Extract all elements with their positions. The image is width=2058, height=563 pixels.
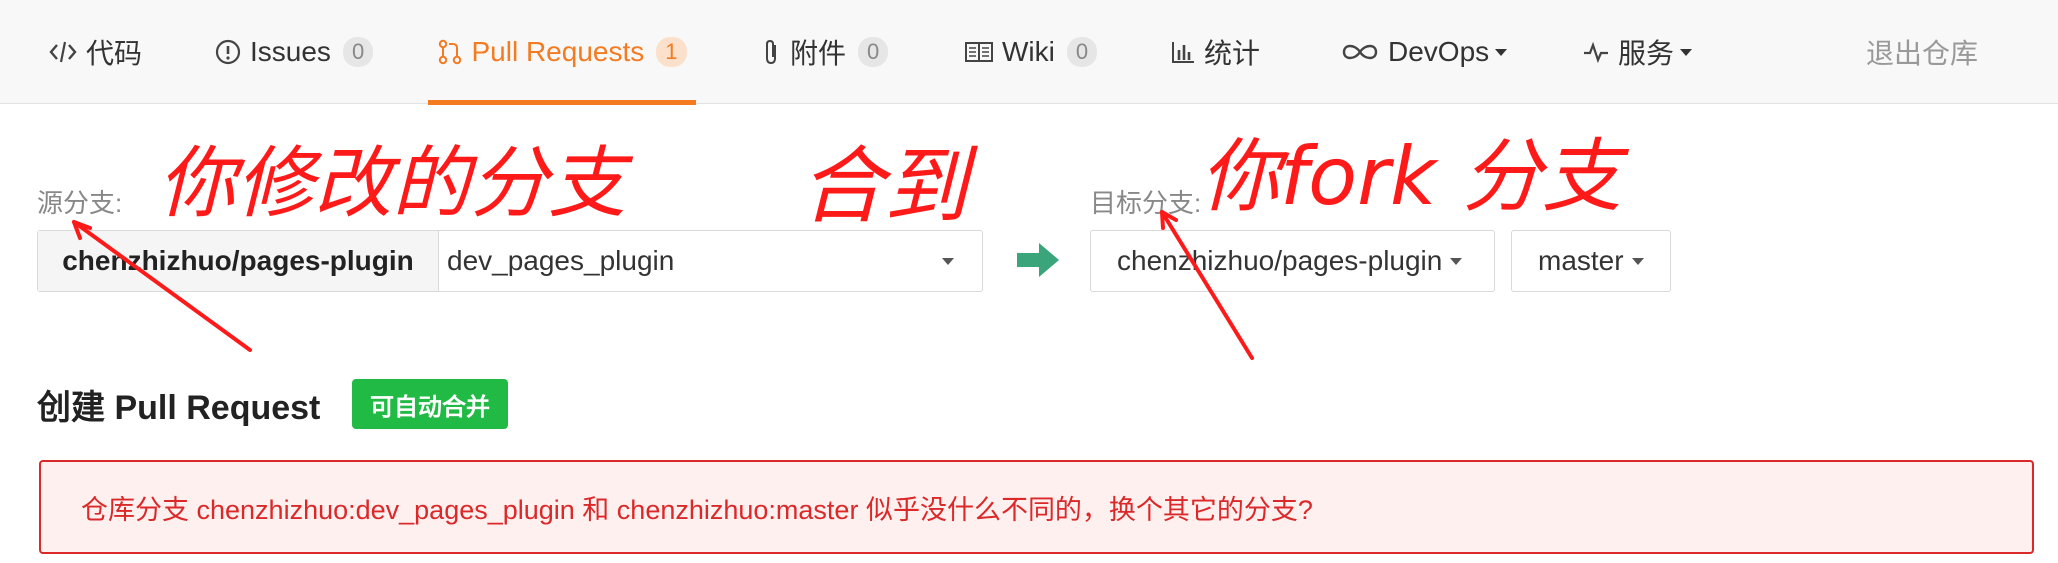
target-branch-label: 目标分支:	[1090, 188, 1202, 218]
source-repo-name: chenzhizhuo/pages-plugin	[38, 231, 439, 291]
tab-devops[interactable]: DevOps	[1340, 0, 1508, 104]
source-branch-chevron-down-icon	[942, 258, 954, 265]
code-icon	[48, 38, 78, 66]
tab-services-label: 服务	[1618, 38, 1675, 69]
source-branch-group: chenzhizhuo/pages-plugin dev_pages_plugi…	[37, 230, 983, 292]
tab-attachments-label: 附件	[790, 38, 847, 69]
tab-statistics-label: 统计	[1204, 38, 1261, 69]
merge-direction-arrow-icon	[1015, 240, 1061, 285]
tab-devops-label: DevOps	[1388, 36, 1490, 67]
target-branch-value: master	[1538, 245, 1624, 276]
paperclip-icon	[760, 37, 782, 67]
mergeable-badge: 可自动合并	[352, 379, 508, 429]
tab-code[interactable]: 代码	[48, 0, 142, 104]
tab-statistics[interactable]: 统计	[1170, 0, 1260, 104]
alert-circle-icon	[214, 38, 242, 66]
pulse-icon	[1582, 40, 1610, 64]
git-pull-request-icon	[437, 38, 463, 66]
tab-issues[interactable]: Issues 0	[214, 0, 374, 104]
source-annotation-text: 你修改的分支	[158, 139, 634, 229]
services-chevron-down-icon	[1680, 48, 1693, 56]
source-branch-label: 源分支:	[37, 188, 123, 218]
target-repo-select[interactable]: chenzhizhuo/pages-plugin	[1090, 230, 1495, 292]
issues-count-badge: 0	[342, 37, 374, 67]
devops-chevron-down-icon	[1495, 48, 1508, 56]
target-annotation-text: 你fork 分支	[1200, 130, 1630, 223]
target-branch-select[interactable]: master	[1511, 230, 1671, 292]
tab-issues-label: Issues	[250, 36, 331, 67]
merge-annotation-text: 合到	[800, 137, 978, 235]
tab-wiki[interactable]: Wiki 0	[964, 0, 1098, 104]
tab-pull-requests-label: Pull Requests	[471, 36, 645, 67]
wiki-count-badge: 0	[1066, 37, 1098, 67]
repo-navbar: 代码 Issues 0 Pull Requests 1 附件 0 Wiki 0 …	[0, 0, 2058, 105]
pull-requests-count-badge: 1	[656, 37, 687, 67]
target-repo-chevron-down-icon	[1450, 257, 1463, 265]
attachments-count-badge: 0	[858, 37, 889, 67]
tab-wiki-label: Wiki	[1002, 36, 1055, 67]
tab-pull-requests[interactable]: Pull Requests 1	[428, 0, 696, 105]
book-icon	[964, 39, 994, 65]
no-difference-alert: 仓库分支 chenzhizhuo:dev_pages_plugin 和 chen…	[39, 460, 2034, 554]
target-repo-value: chenzhizhuo/pages-plugin	[1117, 245, 1443, 276]
page-title: 创建 Pull Request	[37, 389, 321, 427]
tab-code-label: 代码	[86, 38, 143, 69]
alert-message: 仓库分支 chenzhizhuo:dev_pages_plugin 和 chen…	[81, 494, 1313, 525]
source-branch-value: dev_pages_plugin	[447, 245, 675, 276]
source-branch-select[interactable]: dev_pages_plugin	[439, 231, 982, 291]
tab-attachments[interactable]: 附件 0	[760, 0, 889, 104]
bar-chart-icon	[1170, 38, 1196, 66]
target-branch-chevron-down-icon	[1631, 257, 1644, 265]
tab-services[interactable]: 服务	[1582, 0, 1693, 104]
exit-repo-link[interactable]: 退出仓库	[1866, 0, 1978, 104]
infinity-icon	[1340, 40, 1380, 64]
